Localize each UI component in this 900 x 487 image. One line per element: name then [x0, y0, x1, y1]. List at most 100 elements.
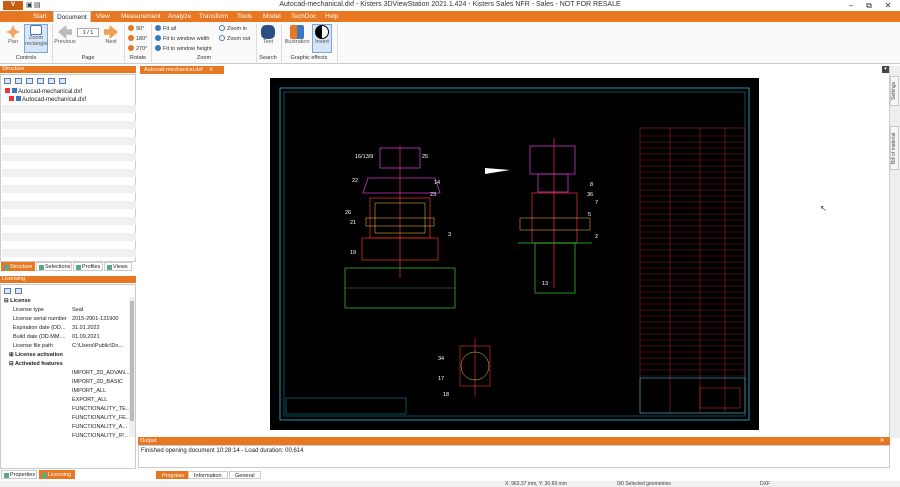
binoculars-icon: [261, 25, 275, 39]
tree-stripe: [2, 169, 136, 177]
rotate-90-button[interactable]: 90°: [128, 25, 144, 32]
tree-stripe: [2, 153, 136, 161]
drawing-label: 22: [352, 178, 358, 184]
drawing-label: 8: [590, 182, 593, 188]
title-bar: V ▣ ▤ Autocad-mechanical.dxf - Kisters 3…: [0, 0, 900, 11]
activated-features-section[interactable]: ⊟ Activated features: [9, 360, 137, 369]
next-label: Next: [105, 39, 117, 45]
zoom-out-button[interactable]: Zoom out: [219, 35, 250, 42]
rotate-180-label: 180°: [136, 36, 148, 42]
tab-profiles[interactable]: Profiles: [73, 262, 103, 271]
drawing-label: 5: [588, 212, 591, 218]
tab-information[interactable]: Information: [188, 471, 228, 479]
fit-width-label: Fit to window width: [163, 36, 210, 42]
tab-model[interactable]: Model: [260, 11, 284, 22]
cad-drawing[interactable]: 16/13/9 25 22 14 23 26 21 3 19 36 5 2 13 34 17 18 8 7: [270, 78, 759, 430]
drawing-label: 2: [595, 234, 598, 240]
drawing-label: 21: [350, 220, 356, 226]
next-page-button[interactable]: Next: [100, 25, 122, 45]
pan-icon: [6, 25, 20, 39]
rotate-270-label: 270°: [136, 46, 148, 52]
fit-height-label: Fit to window height: [163, 46, 212, 52]
feature-row: IMPORT_2D_ADVAN...: [72, 370, 130, 376]
expand-level-icon[interactable]: [26, 78, 33, 84]
minimize-button[interactable]: –: [844, 0, 858, 11]
ribbon-separator: [124, 24, 125, 62]
refresh-icon[interactable]: [4, 288, 11, 294]
tab-properties[interactable]: Properties: [1, 470, 37, 479]
feature-row: FUNCTIONALITY_A...: [72, 424, 128, 430]
document-tab[interactable]: Autocad-mechanical.dxf ✕: [140, 66, 224, 74]
rotate-180-button[interactable]: 180°: [128, 35, 147, 42]
tab-bill-of-material-side[interactable]: Bill of material: [890, 126, 899, 170]
fit-width-button[interactable]: Fit to window width: [155, 35, 209, 42]
tab-document[interactable]: Document: [53, 11, 91, 22]
tab-help[interactable]: Help: [322, 11, 341, 22]
collapse-all-icon[interactable]: [15, 78, 22, 84]
tab-structure[interactable]: Structure: [1, 262, 35, 271]
tab-view[interactable]: View: [93, 11, 113, 22]
drawing-label: 13: [542, 281, 548, 287]
file-icon: [5, 88, 10, 93]
tree-child-node[interactable]: Autocad-mechanical.dxf: [9, 96, 86, 103]
tree-stripe: [2, 105, 136, 113]
expand-all-icon[interactable]: [4, 78, 11, 84]
close-tab-icon[interactable]: ✕: [209, 67, 214, 73]
drawing-label: 16/13/9: [355, 154, 373, 160]
search-text-button[interactable]: Text: [259, 25, 277, 45]
collapse-level-icon[interactable]: [37, 78, 44, 84]
file-icon: [9, 96, 14, 101]
group-rotate: Rotate: [129, 55, 147, 61]
tree-stripe: [2, 201, 136, 209]
hide-icon[interactable]: [59, 78, 66, 84]
feature-row: IMPORT_2D_BASIC: [72, 379, 123, 385]
tab-measurement[interactable]: Measurement: [118, 11, 164, 22]
tab-settings-side[interactable]: Settings: [890, 76, 899, 106]
copy-icon[interactable]: [15, 288, 22, 294]
tab-general[interactable]: General: [229, 471, 261, 479]
tab-tools[interactable]: Tools: [234, 11, 255, 22]
invert-icon: [315, 25, 329, 39]
tab-list-icon[interactable]: ▾: [882, 66, 889, 73]
tab-progress[interactable]: Progress: [156, 471, 191, 479]
structure-panel: Autocad-mechanical.dxf Autocad-mechanica…: [0, 74, 136, 262]
tab-selections[interactable]: Selections: [36, 262, 72, 271]
show-icon[interactable]: [48, 78, 55, 84]
drawing-label: 19: [350, 250, 356, 256]
rotate-270-button[interactable]: 270°: [128, 45, 147, 52]
tab-analyze[interactable]: Analyze: [165, 11, 194, 22]
scrollbar-thumb[interactable]: [130, 301, 134, 421]
zoom-rectangle-label: Zoom rectangle: [25, 35, 48, 47]
fit-height-button[interactable]: Fit to window height: [155, 45, 212, 52]
zoom-in-button[interactable]: Zoom in: [219, 25, 247, 32]
tab-views[interactable]: Views: [104, 262, 132, 271]
scrollbar[interactable]: [129, 297, 135, 437]
license-activation-section[interactable]: ⊞ License activation: [9, 351, 137, 360]
output-close-icon[interactable]: ✕: [876, 437, 888, 445]
restore-button[interactable]: ⧉: [862, 0, 876, 11]
invert-button[interactable]: Invert: [312, 24, 332, 53]
right-side-strip: [889, 66, 900, 438]
tree-root-label: Autocad-mechanical.dxf: [18, 89, 83, 95]
tab-licensing[interactable]: Licensing: [39, 470, 75, 479]
pan-button[interactable]: Pan: [4, 25, 22, 45]
license-section[interactable]: ⊟ License: [4, 297, 132, 306]
invert-label: Invert: [315, 39, 329, 45]
tab-start[interactable]: Start: [30, 11, 50, 22]
tree-stripe: [2, 217, 136, 225]
feature-row: FUNCTIONALITY_FE...: [72, 415, 130, 421]
illustration-button[interactable]: Illustration: [284, 25, 310, 45]
page-counter-field[interactable]: 1 / 1: [77, 28, 99, 37]
close-button[interactable]: ✕: [881, 0, 895, 11]
structure-panel-header: Structure: [0, 66, 136, 73]
tree-root-node[interactable]: Autocad-mechanical.dxf: [5, 88, 82, 95]
tab-transform[interactable]: Transform: [196, 11, 231, 22]
arrow-right-icon: [104, 25, 118, 39]
license-row: Expiration date (DD... 31.01.2022: [13, 325, 100, 331]
tab-techdoc[interactable]: TechDoc: [288, 11, 319, 22]
fit-all-button[interactable]: Fit all: [155, 25, 176, 32]
previous-page-button[interactable]: Previous: [54, 25, 76, 45]
drawing-label: 3: [448, 232, 451, 238]
zoom-rectangle-button[interactable]: Zoom rectangle: [24, 24, 48, 53]
ribbon-separator: [52, 24, 53, 62]
